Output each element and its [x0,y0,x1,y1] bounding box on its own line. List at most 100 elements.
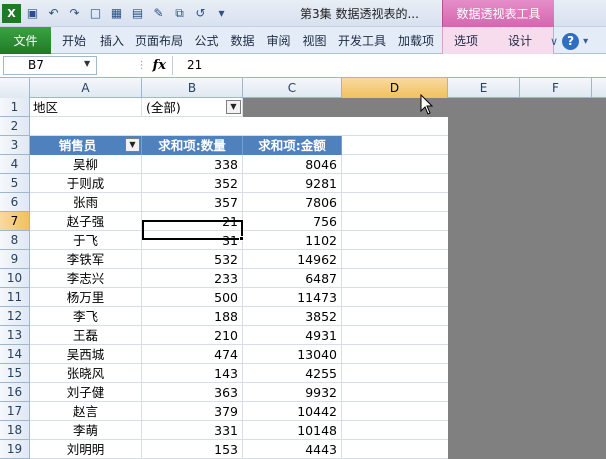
salesperson-cell[interactable]: 杨万里 [30,288,142,307]
column-header-F[interactable]: F [520,78,592,98]
quantity-cell[interactable]: 143 [142,364,243,383]
dropdown-icon[interactable]: ▾ [212,4,231,23]
amount-cell[interactable]: 14962 [243,250,342,269]
excel-icon[interactable]: X [2,3,21,23]
salesperson-cell[interactable]: 李萌 [30,421,142,440]
quantity-cell[interactable]: 500 [142,288,243,307]
formula-input[interactable]: 21 [172,56,606,75]
salesperson-cell[interactable]: 李飞 [30,307,142,326]
tab-file[interactable]: 文件 [0,27,51,54]
amount-cell[interactable]: 1102 [243,231,342,250]
name-box-dropdown-icon[interactable]: ▼ [84,59,90,68]
quantity-cell[interactable]: 233 [142,269,243,288]
salesperson-cell[interactable]: 张晓风 [30,364,142,383]
tab-1[interactable]: 插入 [96,27,128,54]
quantity-cell[interactable]: 357 [142,193,243,212]
pivot-header-amount[interactable]: 求和项:金额 [243,136,342,155]
row-header[interactable]: 12 [0,307,30,326]
tab-2[interactable]: 页面布局 [131,27,187,54]
tab-4[interactable]: 数据 [226,27,259,54]
tab-3[interactable]: 公式 [190,27,223,54]
salesperson-cell[interactable]: 赵子强 [30,212,142,231]
undo-arrow-icon[interactable]: ↺ [191,4,210,23]
salesperson-cell[interactable]: 吴西城 [30,345,142,364]
filter-dropdown-icon[interactable]: ▼ [226,100,241,114]
amount-cell[interactable]: 11473 [243,288,342,307]
amount-cell[interactable]: 13040 [243,345,342,364]
minimize-ribbon-icon[interactable]: ∨ [550,35,558,48]
context-tab-1[interactable]: 设计 [500,27,540,54]
salesperson-cell[interactable]: 于飞 [30,231,142,250]
salesperson-cell[interactable]: 于则成 [30,174,142,193]
salesperson-cell[interactable]: 李志兴 [30,269,142,288]
row-header[interactable]: 1 [0,98,30,117]
tab-6[interactable]: 视图 [298,27,331,54]
redo-icon[interactable]: ↷ [65,4,84,23]
row-header[interactable]: 8 [0,231,30,250]
undo-icon[interactable]: ↶ [44,4,63,23]
form-icon[interactable]: ▤ [128,4,147,23]
amount-cell[interactable]: 9281 [243,174,342,193]
quantity-cell[interactable]: 532 [142,250,243,269]
amount-cell[interactable]: 10148 [243,421,342,440]
context-tab-0[interactable]: 选项 [446,27,486,54]
help-icon[interactable]: ? [562,32,580,50]
window-menu-icon[interactable]: ▾ [583,36,588,47]
row-header[interactable]: 15 [0,364,30,383]
quantity-cell[interactable]: 338 [142,155,243,174]
amount-cell[interactable]: 9932 [243,383,342,402]
row-header[interactable]: 10 [0,269,30,288]
row-header[interactable]: 17 [0,402,30,421]
salesperson-cell[interactable]: 刘子健 [30,383,142,402]
fill-handle[interactable] [239,236,244,241]
row-header[interactable]: 6 [0,193,30,212]
row-label-filter-icon[interactable]: ▼ [125,138,140,152]
amount-cell[interactable]: 756 [243,212,342,231]
salesperson-cell[interactable]: 刘明明 [30,440,142,459]
row-header[interactable]: 3 [0,136,30,155]
quantity-cell[interactable]: 331 [142,421,243,440]
filter-label-cell[interactable]: 地区 [30,98,142,117]
formula-bar-handle-icon[interactable]: ⋮ [137,60,147,71]
amount-cell[interactable]: 6487 [243,269,342,288]
row-header[interactable]: 4 [0,155,30,174]
amount-cell[interactable]: 4931 [243,326,342,345]
column-header-C[interactable]: C [243,78,342,98]
column-header-E[interactable]: E [448,78,520,98]
name-box[interactable]: B7 [3,56,97,75]
row-header[interactable]: 19 [0,440,30,459]
row-header[interactable]: 11 [0,288,30,307]
salesperson-cell[interactable]: 王磊 [30,326,142,345]
salesperson-cell[interactable]: 赵言 [30,402,142,421]
quantity-cell[interactable]: 188 [142,307,243,326]
tab-7[interactable]: 开发工具 [334,27,390,54]
quantity-cell[interactable]: 352 [142,174,243,193]
amount-cell[interactable]: 10442 [243,402,342,421]
amount-cell[interactable]: 4255 [243,364,342,383]
save-icon[interactable]: ▣ [23,4,42,23]
salesperson-cell[interactable]: 张雨 [30,193,142,212]
pivot-header-qty[interactable]: 求和项:数量 [142,136,243,155]
new-doc-icon[interactable]: □ [86,4,105,23]
quantity-cell[interactable]: 153 [142,440,243,459]
tab-8[interactable]: 加载项 [394,27,438,54]
amount-cell[interactable]: 7806 [243,193,342,212]
quantity-cell[interactable]: 474 [142,345,243,364]
column-header-A[interactable]: A [30,78,142,98]
amount-cell[interactable]: 3852 [243,307,342,326]
row-header[interactable]: 16 [0,383,30,402]
insert-function-icon[interactable]: fx [153,58,166,73]
tab-0[interactable]: 开始 [55,27,93,54]
brush-icon[interactable]: ✎ [149,4,168,23]
salesperson-cell[interactable]: 吴柳 [30,155,142,174]
amount-cell[interactable]: 4443 [243,440,342,459]
row-header[interactable]: 5 [0,174,30,193]
print-preview-icon[interactable]: ⧉ [170,4,189,23]
quantity-cell[interactable]: 210 [142,326,243,345]
column-header-B[interactable]: B [142,78,243,98]
row-header[interactable]: 18 [0,421,30,440]
row-header[interactable]: 2 [0,117,30,136]
amount-cell[interactable]: 8046 [243,155,342,174]
table-icon[interactable]: ▦ [107,4,126,23]
select-all-corner[interactable] [0,78,30,98]
